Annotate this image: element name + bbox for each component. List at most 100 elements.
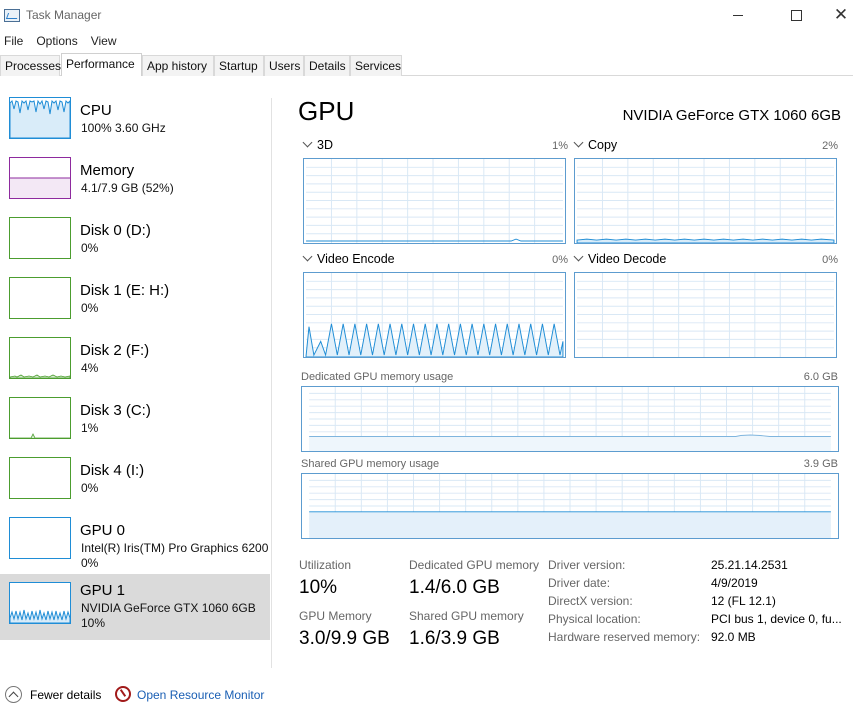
footer: Fewer details Open Resource Monitor	[0, 684, 853, 706]
open-resource-monitor-link[interactable]: Open Resource Monitor	[137, 688, 264, 702]
engine-percent: 0%	[822, 254, 838, 266]
close-button[interactable]: ✕	[818, 0, 853, 30]
menu-options[interactable]: Options	[32, 31, 81, 51]
sidebar-item-value: 4.1/7.9 GB (52%)	[81, 181, 174, 195]
driver-date-value: 4/9/2019	[711, 576, 758, 590]
disk-thumbnail	[9, 397, 71, 439]
graph-dedicated-memory	[301, 386, 839, 452]
sidebar-item-title: Disk 3 (C:)	[80, 402, 151, 419]
sidebar-item-title: Disk 4 (I:)	[80, 462, 145, 479]
engine-label: Video Encode	[317, 252, 395, 266]
fewer-details-button[interactable]: Fewer details	[30, 688, 101, 702]
dedicated-memory-stat-value: 1.4/6.0 GB	[409, 577, 500, 598]
engine-percent: 1%	[552, 140, 568, 152]
chevron-down-icon	[302, 137, 313, 148]
sidebar-item-gpu-0[interactable]: GPU 0 Intel(R) Iris(TM) Pro Graphics 620…	[0, 516, 270, 576]
sidebar-item-value: 10%	[81, 616, 106, 630]
engine-label: Copy	[588, 138, 618, 152]
memory-thumbnail	[9, 157, 71, 199]
menu-file[interactable]: File	[0, 31, 27, 51]
directx-version-label: DirectX version:	[548, 594, 633, 608]
pane-divider[interactable]	[271, 98, 272, 668]
graph-copy	[574, 158, 837, 244]
sidebar-item-title: Disk 2 (F:)	[80, 342, 150, 359]
gpu-thumbnail	[9, 582, 71, 624]
sidebar-item-gpu-1[interactable]: GPU 1 NVIDIA GeForce GTX 1060 6GB 10%	[0, 574, 270, 640]
sidebar-item-disk-1[interactable]: Disk 1 (E: H:) 0%	[0, 276, 270, 336]
driver-version-value: 25.21.14.2531	[711, 558, 788, 572]
graph-video-encode	[303, 272, 566, 358]
disk-thumbnail	[9, 277, 71, 319]
hardware-reserved-memory-label: Hardware reserved memory:	[548, 630, 701, 644]
tab-details[interactable]: Details	[304, 55, 350, 76]
engine-percent: 2%	[822, 140, 838, 152]
sidebar-item-value: 4%	[81, 361, 99, 375]
tab-processes[interactable]: Processes	[0, 55, 61, 76]
engine-selector-3d[interactable]: 3D	[302, 137, 333, 152]
engine-percent: 0%	[552, 254, 568, 266]
engine-label: Video Decode	[588, 252, 667, 266]
hardware-reserved-memory-value: 92.0 MB	[711, 630, 756, 644]
chevron-down-icon	[302, 251, 313, 262]
shared-memory-stat-value: 1.6/3.9 GB	[409, 628, 500, 649]
engine-selector-video-decode[interactable]: Video Decode	[573, 251, 667, 266]
dedicated-memory-label: Dedicated GPU memory usage	[301, 371, 454, 383]
dedicated-memory-max: 6.0 GB	[803, 371, 838, 383]
utilization-label: Utilization	[299, 558, 352, 572]
engine-label: 3D	[317, 138, 333, 152]
sidebar-item-disk-0[interactable]: Disk 0 (D:) 0%	[0, 216, 270, 276]
sidebar-item-disk-3[interactable]: Disk 3 (C:) 1%	[0, 396, 270, 456]
tab-app-history[interactable]: App history	[142, 55, 214, 76]
task-manager-icon	[4, 9, 20, 22]
sidebar-item-title: GPU 0	[80, 522, 126, 539]
maximize-button[interactable]	[773, 0, 819, 30]
sidebar-item-title: Disk 0 (D:)	[80, 222, 151, 239]
tab-services[interactable]: Services	[350, 55, 402, 76]
gpu-device-name: NVIDIA GeForce GTX 1060 6GB	[622, 107, 841, 124]
tab-performance[interactable]: Performance	[61, 53, 142, 76]
gpu-memory-value: 3.0/9.9 GB	[299, 628, 390, 649]
disk-thumbnail	[9, 217, 71, 259]
cpu-thumbnail	[9, 97, 71, 139]
menu-view[interactable]: View	[87, 31, 121, 51]
physical-location-value: PCI bus 1, device 0, fu...	[711, 612, 842, 626]
resource-monitor-icon[interactable]	[115, 686, 131, 702]
sidebar-item-cpu[interactable]: CPU 100% 3.60 GHz	[0, 96, 270, 156]
chevron-down-icon	[573, 251, 584, 262]
driver-version-label: Driver version:	[548, 558, 626, 572]
utilization-value: 10%	[299, 577, 338, 598]
shared-memory-label: Shared GPU memory usage	[301, 458, 440, 470]
window-title: Task Manager	[26, 8, 102, 22]
page-title: GPU	[298, 96, 355, 126]
dedicated-memory-stat-label: Dedicated GPU memory	[409, 558, 540, 572]
gpu-thumbnail	[9, 517, 71, 559]
disk-thumbnail	[9, 457, 71, 499]
sidebar-item-subtitle: Intel(R) Iris(TM) Pro Graphics 6200	[81, 541, 269, 555]
directx-version-value: 12 (FL 12.1)	[711, 594, 776, 608]
sidebar-item-memory[interactable]: Memory 4.1/7.9 GB (52%)	[0, 156, 270, 216]
sidebar-item-value: 0%	[81, 481, 99, 495]
sidebar-item-value: 100% 3.60 GHz	[81, 121, 166, 135]
shared-memory-max: 3.9 GB	[803, 458, 838, 470]
sidebar-item-subtitle: NVIDIA GeForce GTX 1060 6GB	[81, 601, 256, 615]
sidebar-item-value: 0%	[81, 556, 99, 570]
minimize-button[interactable]	[715, 0, 761, 30]
sidebar-item-value: 0%	[81, 301, 99, 315]
sidebar-item-title: CPU	[80, 102, 112, 119]
sidebar-item-value: 0%	[81, 241, 99, 255]
sidebar-item-disk-2[interactable]: Disk 2 (F:) 4%	[0, 336, 270, 396]
engine-selector-copy[interactable]: Copy	[573, 137, 618, 152]
driver-date-label: Driver date:	[548, 576, 611, 590]
chevron-up-circle-icon[interactable]	[5, 686, 22, 703]
title-bar: Task Manager ✕	[0, 0, 853, 30]
sidebar-item-title: GPU 1	[80, 582, 126, 599]
sidebar-item-disk-4[interactable]: Disk 4 (I:) 0%	[0, 456, 270, 516]
tab-users[interactable]: Users	[264, 55, 304, 76]
engine-selector-video-encode[interactable]: Video Encode	[302, 251, 395, 266]
graph-3d	[303, 158, 566, 244]
tab-startup[interactable]: Startup	[214, 55, 264, 76]
graph-shared-memory	[301, 473, 839, 539]
chevron-down-icon	[573, 137, 584, 148]
gpu-memory-label: GPU Memory	[299, 609, 372, 623]
shared-memory-stat-label: Shared GPU memory	[409, 609, 524, 623]
